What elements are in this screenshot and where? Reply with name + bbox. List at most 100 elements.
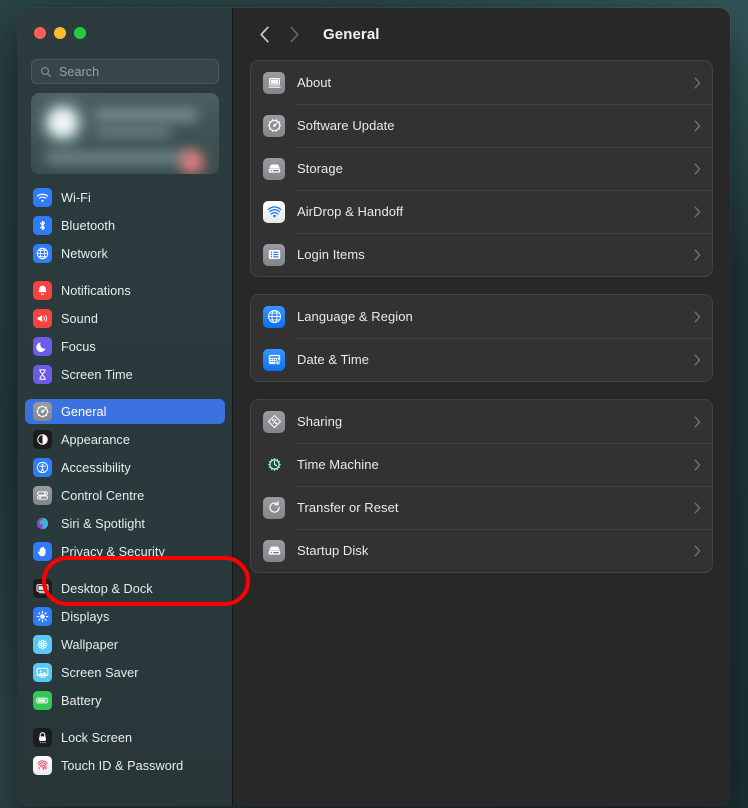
minimize-button[interactable] xyxy=(54,27,66,39)
window-traffic-lights xyxy=(18,8,232,50)
sidebar-item-label: Wi-Fi xyxy=(61,190,91,205)
sidebar-item-focus[interactable]: Focus xyxy=(25,334,225,359)
siri-orb-icon xyxy=(33,514,52,533)
touch-id-icon xyxy=(33,756,52,775)
sidebar-item-appearance[interactable]: Appearance xyxy=(25,427,225,452)
account-card-redacted[interactable] xyxy=(31,93,219,174)
sidebar-item-screen-saver[interactable]: Screen Saver xyxy=(25,660,225,685)
accessibility-person-icon xyxy=(33,458,52,477)
settings-row-sharing[interactable]: Sharing xyxy=(251,400,712,443)
date-time-calendar-icon xyxy=(263,348,285,371)
settings-row-label: Transfer or Reset xyxy=(297,500,399,515)
sidebar-item-network[interactable]: Network xyxy=(25,241,225,266)
startup-disk-icon xyxy=(263,539,285,562)
sidebar-item-label: Screen Saver xyxy=(61,665,139,680)
sidebar-list: Wi-Fi Bluetooth Network Notifications Sound F… xyxy=(18,185,232,778)
system-settings-window: Search Wi-Fi Bluetooth Network Notification… xyxy=(18,8,730,806)
screen-saver-icon xyxy=(33,663,52,682)
settings-row-storage[interactable]: Storage xyxy=(251,147,712,190)
sidebar-item-accessibility[interactable]: Accessibility xyxy=(25,455,225,480)
sidebar-item-label: Lock Screen xyxy=(61,730,133,745)
chevron-right-icon xyxy=(694,544,701,557)
account-badge-redacted xyxy=(175,145,209,174)
sidebar-item-label: Wallpaper xyxy=(61,637,119,652)
sidebar-item-label: Siri & Spotlight xyxy=(61,516,146,531)
focus-moon-icon xyxy=(33,337,52,356)
sidebar-item-label: Accessibility xyxy=(61,460,131,475)
sidebar-item-notifications[interactable]: Notifications xyxy=(25,278,225,303)
wifi-icon xyxy=(33,188,52,207)
content-pane: General About Software Update Storage AirDr… xyxy=(233,8,730,806)
search-placeholder: Search xyxy=(59,64,100,79)
chevron-right-icon xyxy=(694,310,701,323)
software-update-gear-icon xyxy=(263,114,285,137)
sidebar-item-wi-fi[interactable]: Wi-Fi xyxy=(25,185,225,210)
chevron-left-icon xyxy=(259,26,269,42)
control-centre-sliders-icon xyxy=(33,486,52,505)
sidebar-item-label: Displays xyxy=(61,609,110,624)
account-name-redacted xyxy=(93,109,198,121)
settings-row-startup-disk[interactable]: Startup Disk xyxy=(251,529,712,572)
storage-drive-icon xyxy=(263,157,285,180)
lock-screen-icon xyxy=(33,728,52,747)
sidebar-item-desktop-dock[interactable]: Desktop & Dock xyxy=(25,576,225,601)
avatar-highlight xyxy=(47,107,77,137)
settings-row-software-update[interactable]: Software Update xyxy=(251,104,712,147)
settings-card: Language & Region Date & Time xyxy=(250,294,713,382)
sidebar-item-label: Screen Time xyxy=(61,367,133,382)
settings-row-label: Date & Time xyxy=(297,352,370,367)
settings-row-airdrop-handoff[interactable]: AirDrop & Handoff xyxy=(251,190,712,233)
sidebar-group: Desktop & Dock Displays Wallpaper Screen Sa… xyxy=(25,576,225,713)
general-gear-icon xyxy=(33,402,52,421)
sidebar-group: Notifications Sound Focus Screen Time xyxy=(25,278,225,387)
settings-row-time-machine[interactable]: Time Machine xyxy=(251,443,712,486)
sidebar-item-touch-id-password[interactable]: Touch ID & Password xyxy=(25,753,225,778)
zoom-button[interactable] xyxy=(74,27,86,39)
settings-card: About Software Update Storage AirDrop & Han… xyxy=(250,60,713,277)
chevron-right-icon xyxy=(694,162,701,175)
forward-button[interactable] xyxy=(279,19,309,49)
settings-row-label: About xyxy=(297,75,332,90)
settings-row-login-items[interactable]: Login Items xyxy=(251,233,712,276)
close-button[interactable] xyxy=(34,27,46,39)
sidebar-item-wallpaper[interactable]: Wallpaper xyxy=(25,632,225,657)
chevron-right-icon xyxy=(694,458,701,471)
sidebar-item-label: Battery xyxy=(61,693,102,708)
sidebar-item-battery[interactable]: Battery xyxy=(25,688,225,713)
settings-row-label: Software Update xyxy=(297,118,395,133)
sidebar-item-sound[interactable]: Sound xyxy=(25,306,225,331)
settings-row-about[interactable]: About xyxy=(251,61,712,104)
screen-time-hourglass-icon xyxy=(33,365,52,384)
sidebar-item-general[interactable]: General xyxy=(25,399,225,424)
sidebar-item-siri-spotlight[interactable]: Siri & Spotlight xyxy=(25,511,225,536)
about-laptop-icon xyxy=(263,71,285,94)
bluetooth-icon xyxy=(33,216,52,235)
back-button[interactable] xyxy=(249,19,279,49)
notifications-bell-icon xyxy=(33,281,52,300)
chevron-right-icon xyxy=(694,501,701,514)
settings-row-label: Storage xyxy=(297,161,343,176)
sidebar-item-label: Privacy & Security xyxy=(61,544,165,559)
chevron-right-icon xyxy=(694,248,701,261)
sidebar-item-privacy-security[interactable]: Privacy & Security xyxy=(25,539,225,564)
settings-row-language-region[interactable]: Language & Region xyxy=(251,295,712,338)
settings-row-date-time[interactable]: Date & Time xyxy=(251,338,712,381)
sidebar-item-control-centre[interactable]: Control Centre xyxy=(25,483,225,508)
settings-row-label: Sharing xyxy=(297,414,343,429)
settings-row-transfer-or-reset[interactable]: Transfer or Reset xyxy=(251,486,712,529)
wallpaper-flower-icon xyxy=(33,635,52,654)
account-subtitle-redacted xyxy=(93,127,171,137)
airdrop-icon xyxy=(263,200,285,223)
sidebar-item-screen-time[interactable]: Screen Time xyxy=(25,362,225,387)
sidebar-item-bluetooth[interactable]: Bluetooth xyxy=(25,213,225,238)
login-items-list-icon xyxy=(263,243,285,266)
appearance-contrast-icon xyxy=(33,430,52,449)
displays-brightness-icon xyxy=(33,607,52,626)
sidebar-item-label: Appearance xyxy=(61,432,130,447)
sidebar-item-displays[interactable]: Displays xyxy=(25,604,225,629)
account-row-redacted xyxy=(45,151,195,164)
settings-row-label: Startup Disk xyxy=(297,543,369,558)
sidebar-group: Wi-Fi Bluetooth Network xyxy=(25,185,225,266)
search-input[interactable]: Search xyxy=(31,59,219,84)
sidebar-item-lock-screen[interactable]: Lock Screen xyxy=(25,725,225,750)
